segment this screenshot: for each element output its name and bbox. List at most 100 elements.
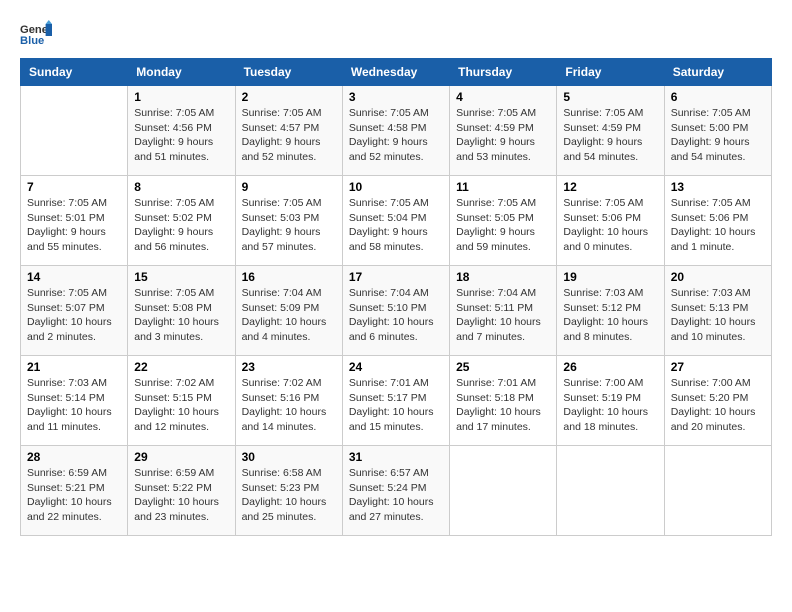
calendar-cell [557, 446, 664, 536]
calendar-cell: 11 Sunrise: 7:05 AMSunset: 5:05 PMDayligh… [450, 176, 557, 266]
day-number: 12 [563, 180, 657, 194]
day-info: Sunrise: 7:05 AMSunset: 5:02 PMDaylight:… [134, 196, 228, 255]
calendar-cell: 22 Sunrise: 7:02 AMSunset: 5:15 PMDayligh… [128, 356, 235, 446]
day-info: Sunrise: 7:02 AMSunset: 5:15 PMDaylight:… [134, 376, 228, 435]
calendar-cell: 19 Sunrise: 7:03 AMSunset: 5:12 PMDayligh… [557, 266, 664, 356]
day-number: 22 [134, 360, 228, 374]
day-number: 9 [242, 180, 336, 194]
day-number: 31 [349, 450, 443, 464]
page-header: General Blue [20, 20, 772, 48]
calendar-cell: 29 Sunrise: 6:59 AMSunset: 5:22 PMDayligh… [128, 446, 235, 536]
day-number: 24 [349, 360, 443, 374]
calendar-cell [450, 446, 557, 536]
day-number: 13 [671, 180, 765, 194]
weekday-header-sunday: Sunday [21, 59, 128, 86]
calendar-cell: 24 Sunrise: 7:01 AMSunset: 5:17 PMDayligh… [342, 356, 449, 446]
calendar-cell: 14 Sunrise: 7:05 AMSunset: 5:07 PMDayligh… [21, 266, 128, 356]
day-info: Sunrise: 7:01 AMSunset: 5:18 PMDaylight:… [456, 376, 550, 435]
day-info: Sunrise: 7:05 AMSunset: 4:56 PMDaylight:… [134, 106, 228, 165]
weekday-header-thursday: Thursday [450, 59, 557, 86]
weekday-header-saturday: Saturday [664, 59, 771, 86]
day-info: Sunrise: 7:03 AMSunset: 5:14 PMDaylight:… [27, 376, 121, 435]
day-number: 5 [563, 90, 657, 104]
calendar-cell: 30 Sunrise: 6:58 AMSunset: 5:23 PMDayligh… [235, 446, 342, 536]
day-number: 30 [242, 450, 336, 464]
day-info: Sunrise: 6:59 AMSunset: 5:21 PMDaylight:… [27, 466, 121, 525]
calendar-cell: 15Sunrise: 7:05 AMSunset: 5:08 PMDayligh… [128, 266, 235, 356]
day-info: Sunrise: 7:05 AMSunset: 5:03 PMDaylight:… [242, 196, 336, 255]
week-row-4: 21 Sunrise: 7:03 AMSunset: 5:14 PMDayligh… [21, 356, 772, 446]
day-info: Sunrise: 6:59 AMSunset: 5:22 PMDaylight:… [134, 466, 228, 525]
week-row-2: 7Sunrise: 7:05 AMSunset: 5:01 PMDaylight… [21, 176, 772, 266]
weekday-header-tuesday: Tuesday [235, 59, 342, 86]
calendar-cell: 21 Sunrise: 7:03 AMSunset: 5:14 PMDayligh… [21, 356, 128, 446]
day-number: 21 [27, 360, 121, 374]
day-number: 16 [242, 270, 336, 284]
calendar-cell: 7Sunrise: 7:05 AMSunset: 5:01 PMDaylight… [21, 176, 128, 266]
day-number: 14 [27, 270, 121, 284]
day-info: Sunrise: 7:05 AMSunset: 5:06 PMDaylight:… [671, 196, 765, 255]
day-info: Sunrise: 7:03 AMSunset: 5:13 PMDaylight:… [671, 286, 765, 345]
day-number: 11 [456, 180, 550, 194]
day-info: Sunrise: 7:00 AMSunset: 5:19 PMDaylight:… [563, 376, 657, 435]
day-info: Sunrise: 7:05 AMSunset: 4:57 PMDaylight:… [242, 106, 336, 165]
calendar-cell: 18 Sunrise: 7:04 AMSunset: 5:11 PMDayligh… [450, 266, 557, 356]
day-number: 2 [242, 90, 336, 104]
day-info: Sunrise: 7:05 AMSunset: 5:00 PMDaylight:… [671, 106, 765, 165]
week-row-5: 28 Sunrise: 6:59 AMSunset: 5:21 PMDayligh… [21, 446, 772, 536]
day-number: 25 [456, 360, 550, 374]
day-number: 8 [134, 180, 228, 194]
day-number: 17 [349, 270, 443, 284]
calendar-cell: 2 Sunrise: 7:05 AMSunset: 4:57 PMDaylight… [235, 86, 342, 176]
calendar-cell: 20 Sunrise: 7:03 AMSunset: 5:13 PMDayligh… [664, 266, 771, 356]
day-info: Sunrise: 6:58 AMSunset: 5:23 PMDaylight:… [242, 466, 336, 525]
calendar-cell: 25 Sunrise: 7:01 AMSunset: 5:18 PMDayligh… [450, 356, 557, 446]
calendar-cell: 26Sunrise: 7:00 AMSunset: 5:19 PMDayligh… [557, 356, 664, 446]
weekday-header-friday: Friday [557, 59, 664, 86]
logo: General Blue [20, 20, 52, 48]
day-number: 29 [134, 450, 228, 464]
calendar-cell: 13 Sunrise: 7:05 AMSunset: 5:06 PMDayligh… [664, 176, 771, 266]
calendar-cell: 17 Sunrise: 7:04 AMSunset: 5:10 PMDayligh… [342, 266, 449, 356]
calendar-cell [21, 86, 128, 176]
day-info: Sunrise: 7:05 AMSunset: 4:59 PMDaylight:… [456, 106, 550, 165]
day-info: Sunrise: 7:04 AMSunset: 5:10 PMDaylight:… [349, 286, 443, 345]
day-number: 19 [563, 270, 657, 284]
calendar-cell: 28 Sunrise: 6:59 AMSunset: 5:21 PMDayligh… [21, 446, 128, 536]
day-info: Sunrise: 7:05 AMSunset: 5:05 PMDaylight:… [456, 196, 550, 255]
day-info: Sunrise: 7:01 AMSunset: 5:17 PMDaylight:… [349, 376, 443, 435]
day-number: 10 [349, 180, 443, 194]
day-info: Sunrise: 7:05 AMSunset: 4:59 PMDaylight:… [563, 106, 657, 165]
day-info: Sunrise: 7:05 AMSunset: 5:07 PMDaylight:… [27, 286, 121, 345]
calendar-cell: 10Sunrise: 7:05 AMSunset: 5:04 PMDayligh… [342, 176, 449, 266]
calendar-table: SundayMondayTuesdayWednesdayThursdayFrid… [20, 58, 772, 536]
day-info: Sunrise: 7:00 AMSunset: 5:20 PMDaylight:… [671, 376, 765, 435]
calendar-cell: 6Sunrise: 7:05 AMSunset: 5:00 PMDaylight… [664, 86, 771, 176]
week-row-1: 1 Sunrise: 7:05 AMSunset: 4:56 PMDaylight… [21, 86, 772, 176]
week-row-3: 14 Sunrise: 7:05 AMSunset: 5:07 PMDayligh… [21, 266, 772, 356]
day-number: 15 [134, 270, 228, 284]
calendar-cell: 3Sunrise: 7:05 AMSunset: 4:58 PMDaylight… [342, 86, 449, 176]
day-number: 18 [456, 270, 550, 284]
day-info: Sunrise: 7:05 AMSunset: 5:06 PMDaylight:… [563, 196, 657, 255]
day-number: 1 [134, 90, 228, 104]
day-info: Sunrise: 7:02 AMSunset: 5:16 PMDaylight:… [242, 376, 336, 435]
calendar-cell: 31 Sunrise: 6:57 AMSunset: 5:24 PMDayligh… [342, 446, 449, 536]
day-info: Sunrise: 7:03 AMSunset: 5:12 PMDaylight:… [563, 286, 657, 345]
day-number: 20 [671, 270, 765, 284]
calendar-cell: 8 Sunrise: 7:05 AMSunset: 5:02 PMDaylight… [128, 176, 235, 266]
calendar-cell [664, 446, 771, 536]
logo-icon: General Blue [20, 20, 52, 48]
calendar-cell: 23 Sunrise: 7:02 AMSunset: 5:16 PMDayligh… [235, 356, 342, 446]
day-info: Sunrise: 7:05 AMSunset: 4:58 PMDaylight:… [349, 106, 443, 165]
day-number: 28 [27, 450, 121, 464]
day-number: 7 [27, 180, 121, 194]
day-info: Sunrise: 6:57 AMSunset: 5:24 PMDaylight:… [349, 466, 443, 525]
svg-text:Blue: Blue [20, 35, 44, 47]
day-info: Sunrise: 7:04 AMSunset: 5:09 PMDaylight:… [242, 286, 336, 345]
day-number: 23 [242, 360, 336, 374]
weekday-header-monday: Monday [128, 59, 235, 86]
calendar-cell: 5 Sunrise: 7:05 AMSunset: 4:59 PMDaylight… [557, 86, 664, 176]
day-info: Sunrise: 7:04 AMSunset: 5:11 PMDaylight:… [456, 286, 550, 345]
calendar-cell: 16 Sunrise: 7:04 AMSunset: 5:09 PMDayligh… [235, 266, 342, 356]
